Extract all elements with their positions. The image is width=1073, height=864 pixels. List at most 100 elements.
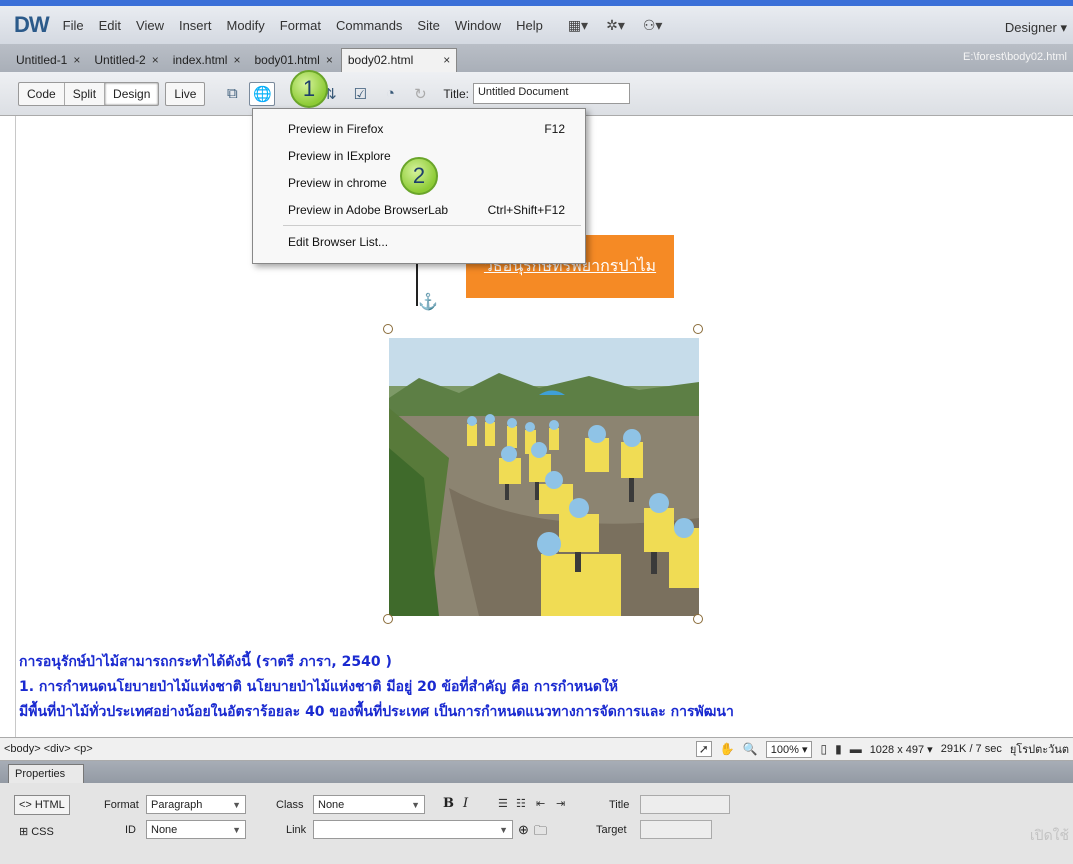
id-value: None xyxy=(151,823,178,836)
close-icon[interactable]: × xyxy=(443,53,450,67)
resize-handle[interactable] xyxy=(383,614,393,624)
id-label: ID xyxy=(125,824,136,836)
point-to-file-icon[interactable]: ⊕ xyxy=(518,822,529,838)
tab-untitled-1[interactable]: Untitled-1 × xyxy=(10,49,86,72)
hand-tool-icon[interactable]: ✋ xyxy=(720,742,735,756)
tab-body01-html[interactable]: body01.html × xyxy=(248,49,338,72)
format-select[interactable]: Paragraph ▼ xyxy=(146,795,246,814)
refresh-icon[interactable]: ↻ xyxy=(407,82,433,106)
class-label: Class xyxy=(276,799,304,811)
browse-folder-icon[interactable]: 🗀 xyxy=(534,822,547,844)
workspace-switcher[interactable]: Designer ▾ xyxy=(1005,20,1067,36)
target-select[interactable] xyxy=(640,820,712,839)
window-dimensions: 1028 x 497 xyxy=(869,743,925,756)
title-label: Title: xyxy=(443,86,469,101)
menu-edit[interactable]: Edit xyxy=(99,18,121,33)
properties-tab[interactable]: Properties xyxy=(8,764,84,783)
menu-item-label: Preview in Firefox xyxy=(288,121,384,136)
menu-file[interactable]: File xyxy=(63,18,84,33)
tab-index-html[interactable]: index.html × xyxy=(167,49,247,72)
unordered-list-icon[interactable]: ☰ xyxy=(498,797,508,810)
menu-item-preview-firefox[interactable]: Preview in Firefox F12 xyxy=(253,115,585,142)
close-icon[interactable]: × xyxy=(152,53,159,67)
tab-label: body01.html xyxy=(254,53,320,67)
italic-button[interactable]: I xyxy=(463,796,468,811)
document-tabs: Untitled-1 × Untitled-2 × index.html × body… xyxy=(0,44,1073,72)
menu-window[interactable]: Window xyxy=(455,18,501,33)
indent-icon[interactable]: ⇥ xyxy=(556,797,565,810)
class-select[interactable]: None ▼ xyxy=(313,795,425,814)
preview-globe-icon[interactable]: 🌐 xyxy=(249,81,276,106)
anchor-icon: ⚓ xyxy=(418,294,438,311)
pointer-tool-icon[interactable]: ➚ xyxy=(695,741,712,757)
close-icon[interactable]: × xyxy=(233,53,240,67)
menu-item-preview-browserlab[interactable]: Preview in Adobe BrowserLab Ctrl+Shift+F… xyxy=(253,196,585,223)
site-icon[interactable]: ⚇▾ xyxy=(643,17,663,34)
menu-commands[interactable]: Commands xyxy=(336,18,402,33)
live-view-button[interactable]: Live xyxy=(165,81,206,106)
resize-handle[interactable] xyxy=(693,614,703,624)
paragraph-line-1[interactable]: การอนุรักษ์ป่าไม้สามารถกระทำได้ดังนี้ (ร… xyxy=(19,651,392,673)
resize-handle[interactable] xyxy=(693,324,703,334)
window-size[interactable]: 1028 x 497 ▾ xyxy=(870,743,933,756)
extend-icon[interactable]: ✲▾ xyxy=(606,17,625,34)
html-mode-button[interactable]: <> HTML xyxy=(14,795,70,815)
css-mode-label: CSS xyxy=(31,825,54,838)
link-label: Link xyxy=(286,824,307,836)
css-mode-button[interactable]: ⊞ CSS xyxy=(14,821,59,842)
title-input[interactable]: Untitled Document xyxy=(472,83,630,104)
code-icon: <> xyxy=(19,799,32,811)
paragraph-line-2[interactable]: 1. การกำหนดนโยบายป่าไม้แห่งชาติ นโยบายป่… xyxy=(19,676,618,698)
tab-body02-html[interactable]: body02.html × xyxy=(340,48,458,72)
paragraph-line-3[interactable]: มีพื้นที่ป่าไม้ทั่วประเทศอย่างน้อยในอัตร… xyxy=(19,701,734,723)
menu-format[interactable]: Format xyxy=(280,18,321,33)
zoom-value: 100% xyxy=(770,743,799,756)
menu-view[interactable]: View xyxy=(136,18,164,33)
html-mode-label: HTML xyxy=(34,799,65,811)
design-view-button[interactable]: Design xyxy=(105,82,159,105)
properties-panel-header: Properties xyxy=(0,761,1073,783)
menu-separator xyxy=(283,225,581,226)
visual-aids-icon[interactable]: ◔ xyxy=(377,82,403,106)
id-select[interactable]: None ▼ xyxy=(146,820,246,839)
file-path: E:\forest\body02.html xyxy=(963,51,1067,63)
split-view-button[interactable]: Split xyxy=(65,82,106,105)
selected-image[interactable] xyxy=(383,324,703,624)
title-field[interactable] xyxy=(640,795,730,814)
code-view-button[interactable]: Code xyxy=(19,82,65,105)
menu-insert[interactable]: Insert xyxy=(179,18,212,33)
validate-icon[interactable]: ☑ xyxy=(347,82,373,106)
menu-site[interactable]: Site xyxy=(417,18,439,33)
tag-path[interactable]: <body> <div> <p> xyxy=(4,743,696,755)
menu-help[interactable]: Help xyxy=(516,18,543,33)
css-icon: ⊞ xyxy=(19,826,29,838)
ordered-list-icon[interactable]: ☷ xyxy=(516,797,526,810)
zoom-tool-icon[interactable]: 🔍 xyxy=(743,742,758,756)
tab-untitled-2[interactable]: Untitled-2 × xyxy=(88,49,164,72)
callout-step-1: 1 xyxy=(290,70,328,108)
menu-item-label: Edit Browser List... xyxy=(288,234,389,249)
properties-panel: <> HTML ⊞ CSS Format Paragraph ▼ ID None ▼ C… xyxy=(0,783,1073,864)
workspace-label: Designer xyxy=(1004,20,1057,35)
bold-button[interactable]: B xyxy=(443,796,454,811)
link-input[interactable]: ▼ xyxy=(313,820,513,839)
close-icon[interactable]: × xyxy=(326,53,333,67)
tablet-size-icon[interactable]: ▮ xyxy=(835,742,842,756)
resize-handle[interactable] xyxy=(383,324,393,334)
layout-icon[interactable]: ▦▾ xyxy=(568,17,588,34)
menu-item-edit-browser-list[interactable]: Edit Browser List... xyxy=(253,228,585,255)
outdent-icon[interactable]: ⇤ xyxy=(536,797,545,810)
forest-planting-photo xyxy=(389,338,699,616)
zoom-select[interactable]: 100% ▾ xyxy=(765,740,813,758)
photo-illustration xyxy=(389,338,699,616)
chevron-down-icon: ▼ xyxy=(499,824,508,835)
menu-modify[interactable]: Modify xyxy=(226,18,264,33)
callout-step-2: 2 xyxy=(400,157,438,195)
close-icon[interactable]: × xyxy=(73,53,80,67)
desktop-size-icon[interactable]: ▬ xyxy=(850,742,862,756)
download-size: 291K / 7 sec xyxy=(940,743,1002,755)
mobile-size-icon[interactable]: ▯ xyxy=(820,742,827,756)
menu-item-shortcut: Ctrl+Shift+F12 xyxy=(487,202,565,217)
tab-label: Untitled-2 xyxy=(94,53,146,67)
multiscreen-icon[interactable]: ⧉ xyxy=(219,82,245,106)
